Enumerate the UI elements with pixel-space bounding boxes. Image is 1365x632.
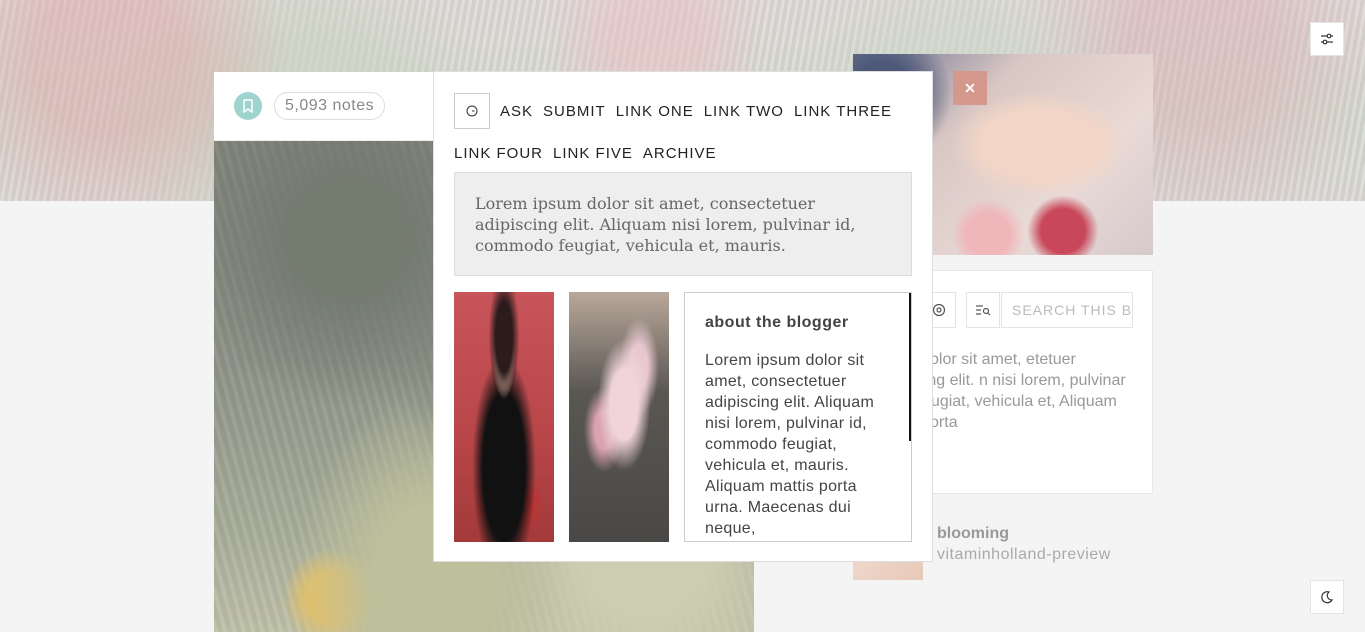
bookmark-icon xyxy=(243,99,253,113)
search-icon-button[interactable] xyxy=(966,292,1000,328)
nav-link-two[interactable]: LINK TWO xyxy=(704,99,784,124)
nav-link-four[interactable]: LINK FOUR xyxy=(454,141,543,166)
modal-nav: ASK SUBMIT LINK ONE LINK TWO LINK THREE … xyxy=(454,93,924,166)
blog-description: Lorem ipsum dolor sit amet, consectetuer… xyxy=(454,172,912,276)
moon-icon xyxy=(1321,591,1334,604)
at-icon xyxy=(932,303,946,317)
nav-link-ask[interactable]: ASK xyxy=(500,99,533,124)
customize-button[interactable] xyxy=(1310,22,1344,56)
nav-link-three[interactable]: LINK THREE xyxy=(794,99,892,124)
blog-title[interactable]: blooming xyxy=(937,525,1009,543)
scrollbar[interactable] xyxy=(909,293,911,441)
theme-toggle-button[interactable] xyxy=(1310,580,1344,614)
info-modal: ASK SUBMIT LINK ONE LINK TWO LINK THREE … xyxy=(433,71,933,562)
nav-link-archive[interactable]: ARCHIVE xyxy=(643,141,717,166)
about-title: about the blogger xyxy=(705,314,849,331)
search-input[interactable]: SEARCH THIS BLOG xyxy=(1001,292,1133,328)
close-button[interactable] xyxy=(953,71,987,105)
sliders-icon xyxy=(1321,33,1333,45)
clock-icon xyxy=(466,105,478,117)
modal-photo-portrait xyxy=(454,292,554,542)
about-text: Lorem ipsum dolor sit amet, consectetuer… xyxy=(705,352,875,537)
home-button[interactable] xyxy=(454,93,490,129)
notes-count[interactable]: 5,093 notes xyxy=(274,92,386,120)
close-icon xyxy=(965,83,975,93)
nav-link-five[interactable]: LINK FIVE xyxy=(553,141,633,166)
search-list-icon xyxy=(976,305,991,316)
nav-link-one[interactable]: LINK ONE xyxy=(616,99,694,124)
blog-url[interactable]: vitaminholland-preview xyxy=(937,546,1111,564)
modal-photo-flower xyxy=(569,292,669,542)
about-box[interactable]: about the blogger Lorem ipsum dolor sit … xyxy=(684,292,912,542)
bookmark-button[interactable] xyxy=(234,92,262,120)
nav-link-submit[interactable]: SUBMIT xyxy=(543,99,606,124)
